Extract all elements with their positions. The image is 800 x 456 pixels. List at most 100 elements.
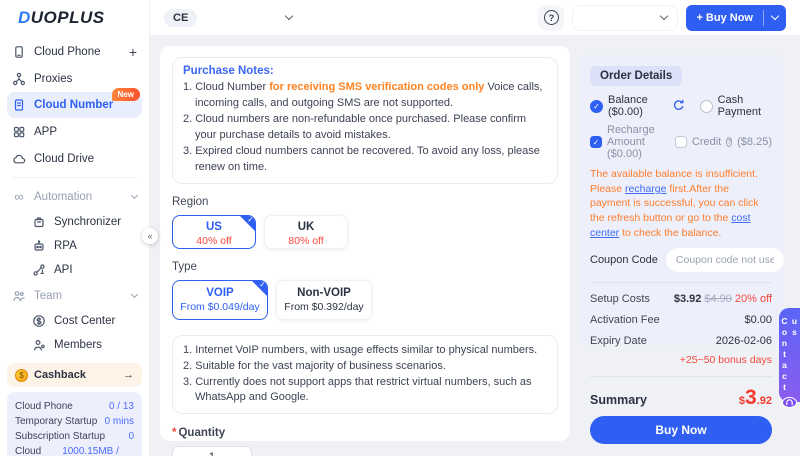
team-icon	[12, 289, 26, 303]
sidebar-item-members[interactable]: Members	[0, 333, 149, 357]
add-cloud-phone-button[interactable]: +	[129, 44, 137, 60]
recharge-label: Recharge Amount ($0.00)	[607, 124, 663, 160]
sidebar-item-app[interactable]: APP	[0, 118, 149, 145]
stat-row-subscription-startup: Subscription Startup0	[15, 429, 134, 444]
sidebar-divider	[12, 177, 137, 178]
cash-payment-radio[interactable]	[700, 100, 713, 113]
credit-help-icon[interactable]: ?	[726, 137, 732, 147]
order-divider	[590, 282, 772, 283]
setup-costs-row: Setup Costs $3.92$4.9020% off	[590, 293, 772, 305]
region-option-uk[interactable]: UK 80% off	[264, 215, 348, 249]
stat-row-cloud-drive: Cloud Drive1000.15MB / 5GB	[15, 444, 134, 456]
sidebar-group-team[interactable]: Team	[0, 282, 149, 309]
balance-label: Balance ($0.00)	[608, 94, 667, 118]
sidebar-item-synchronizer[interactable]: Synchronizer	[0, 210, 149, 234]
purchase-notes-title: Purchase Notes:	[183, 65, 547, 77]
sidebar-group-automation[interactable]: ∞ Automation	[0, 183, 149, 210]
cloud-number-icon	[12, 98, 26, 112]
summary-row: Summary $3.92	[590, 387, 772, 408]
region-option-us[interactable]: ✓ US 40% off	[172, 215, 256, 249]
sidebar-collapse-button[interactable]: «	[142, 228, 158, 244]
sidebar-group-label: Automation	[34, 191, 92, 203]
bonus-days-label: +25~50 bonus days	[590, 354, 772, 366]
coin-icon: $	[15, 369, 28, 382]
sidebar-item-label: APP	[34, 126, 57, 138]
type-option-non-voip[interactable]: Non-VOIP From $0.392/day	[276, 280, 372, 320]
credit-checkbox[interactable]	[675, 136, 687, 148]
sidebar-item-label: Cloud Drive	[34, 153, 94, 165]
discount-label: 40% off	[173, 235, 255, 249]
new-badge: New	[112, 88, 140, 101]
sidebar-item-cloud-phone[interactable]: Cloud Phone +	[0, 38, 149, 65]
buy-now-caret[interactable]	[764, 16, 786, 19]
purchase-notes-box: Purchase Notes: 1. Cloud Number for rece…	[172, 57, 558, 184]
purchase-note-1: 1. Cloud Number for receiving SMS verifi…	[195, 80, 547, 112]
cost-center-icon	[32, 314, 46, 328]
sidebar-item-rpa[interactable]: RPA	[0, 234, 149, 258]
sidebar-item-label: Cloud Phone	[34, 46, 101, 58]
topbar: CE ? + Buy Now	[150, 0, 800, 36]
api-icon	[32, 263, 46, 277]
buy-now-button[interactable]: Buy Now	[590, 416, 772, 444]
headset-icon	[782, 397, 797, 408]
quantity-input[interactable]	[172, 446, 252, 456]
account-select[interactable]	[572, 5, 678, 31]
chevron-down-icon	[285, 12, 293, 20]
sidebar: DUOPLUS Cloud Phone + Proxies Cloud Numb…	[0, 0, 150, 456]
discount-label: 80% off	[265, 235, 347, 249]
proxies-icon	[12, 72, 26, 86]
coupon-code-label: Coupon Code	[590, 254, 658, 266]
synchronizer-icon	[32, 215, 46, 229]
type-note-1: 1. Internet VoIP numbers, with usage eff…	[195, 343, 547, 359]
members-icon	[32, 338, 46, 352]
app-root: DUOPLUS Cloud Phone + Proxies Cloud Numb…	[0, 0, 800, 456]
sidebar-item-label: Cost Center	[54, 315, 115, 327]
sidebar-item-label: Proxies	[34, 73, 72, 85]
help-button[interactable]: ?	[538, 5, 564, 31]
brand-logo-text: DUOPLUS	[18, 8, 105, 28]
refresh-icon[interactable]	[672, 99, 684, 114]
purchase-form-card: Purchase Notes: 1. Cloud Number for rece…	[160, 46, 570, 441]
cashback-button[interactable]: $ Cashback →	[7, 363, 142, 387]
sidebar-item-cloud-number[interactable]: Cloud Number New	[7, 92, 142, 118]
quantity-label: *Quantity	[172, 427, 558, 439]
recharge-link[interactable]: recharge	[625, 183, 666, 195]
check-icon: ✓	[247, 215, 254, 224]
activation-fee-row: Activation Fee$0.00	[590, 314, 772, 326]
workspace-select[interactable]: CE	[164, 9, 292, 27]
coupon-code-input[interactable]	[666, 248, 784, 272]
check-icon: ✓	[259, 280, 266, 289]
buy-now-top-button[interactable]: + Buy Now	[686, 12, 763, 24]
chevron-down-icon	[131, 192, 138, 199]
region-options: ✓ US 40% off UK 80% off	[172, 215, 558, 249]
usage-stats-panel: Cloud Phone0 / 13 Temporary Startup0 min…	[7, 392, 142, 456]
sidebar-item-label: Members	[54, 339, 102, 351]
type-options: ✓ VOIP From $0.049/day Non-VOIP From $0.…	[172, 280, 558, 320]
sidebar-item-api[interactable]: API	[0, 258, 149, 282]
contact-us-tab[interactable]: Contact us	[779, 308, 800, 402]
summary-label: Summary	[590, 393, 647, 407]
order-divider	[590, 376, 772, 377]
summary-price: $3.92	[739, 387, 772, 408]
chevron-down-icon	[660, 12, 668, 20]
help-icon: ?	[544, 10, 559, 25]
price-label: From $0.392/day	[277, 301, 371, 315]
credit-label: Credit	[692, 136, 721, 148]
purchase-note-3: 3. Expired cloud numbers cannot be recov…	[195, 144, 547, 176]
chevron-down-icon	[131, 291, 138, 298]
recharge-checkbox[interactable]: ✓	[590, 136, 602, 148]
arrow-right-icon: →	[123, 369, 134, 381]
sidebar-item-cost-center[interactable]: Cost Center	[0, 309, 149, 333]
type-option-voip[interactable]: ✓ VOIP From $0.049/day	[172, 280, 268, 320]
sidebar-item-label: RPA	[54, 240, 77, 252]
purchase-note-2: 2. Cloud numbers are non-refundable once…	[195, 112, 547, 144]
balance-checkbox[interactable]: ✓	[590, 100, 603, 113]
brand-logo[interactable]: DUOPLUS	[0, 0, 149, 36]
order-details-panel: Order Details ✓ Balance ($0.00) Cash Pay…	[578, 55, 784, 345]
expiry-date-row: Expiry Date2026-02-06	[590, 335, 772, 347]
chevron-down-icon	[771, 12, 779, 20]
insufficient-balance-warning: The available balance is insufficient. P…	[590, 167, 772, 240]
type-notes-box: 1. Internet VoIP numbers, with usage eff…	[172, 335, 558, 415]
sidebar-item-cloud-drive[interactable]: Cloud Drive	[0, 145, 149, 172]
buy-now-split-button[interactable]: + Buy Now	[686, 5, 786, 31]
